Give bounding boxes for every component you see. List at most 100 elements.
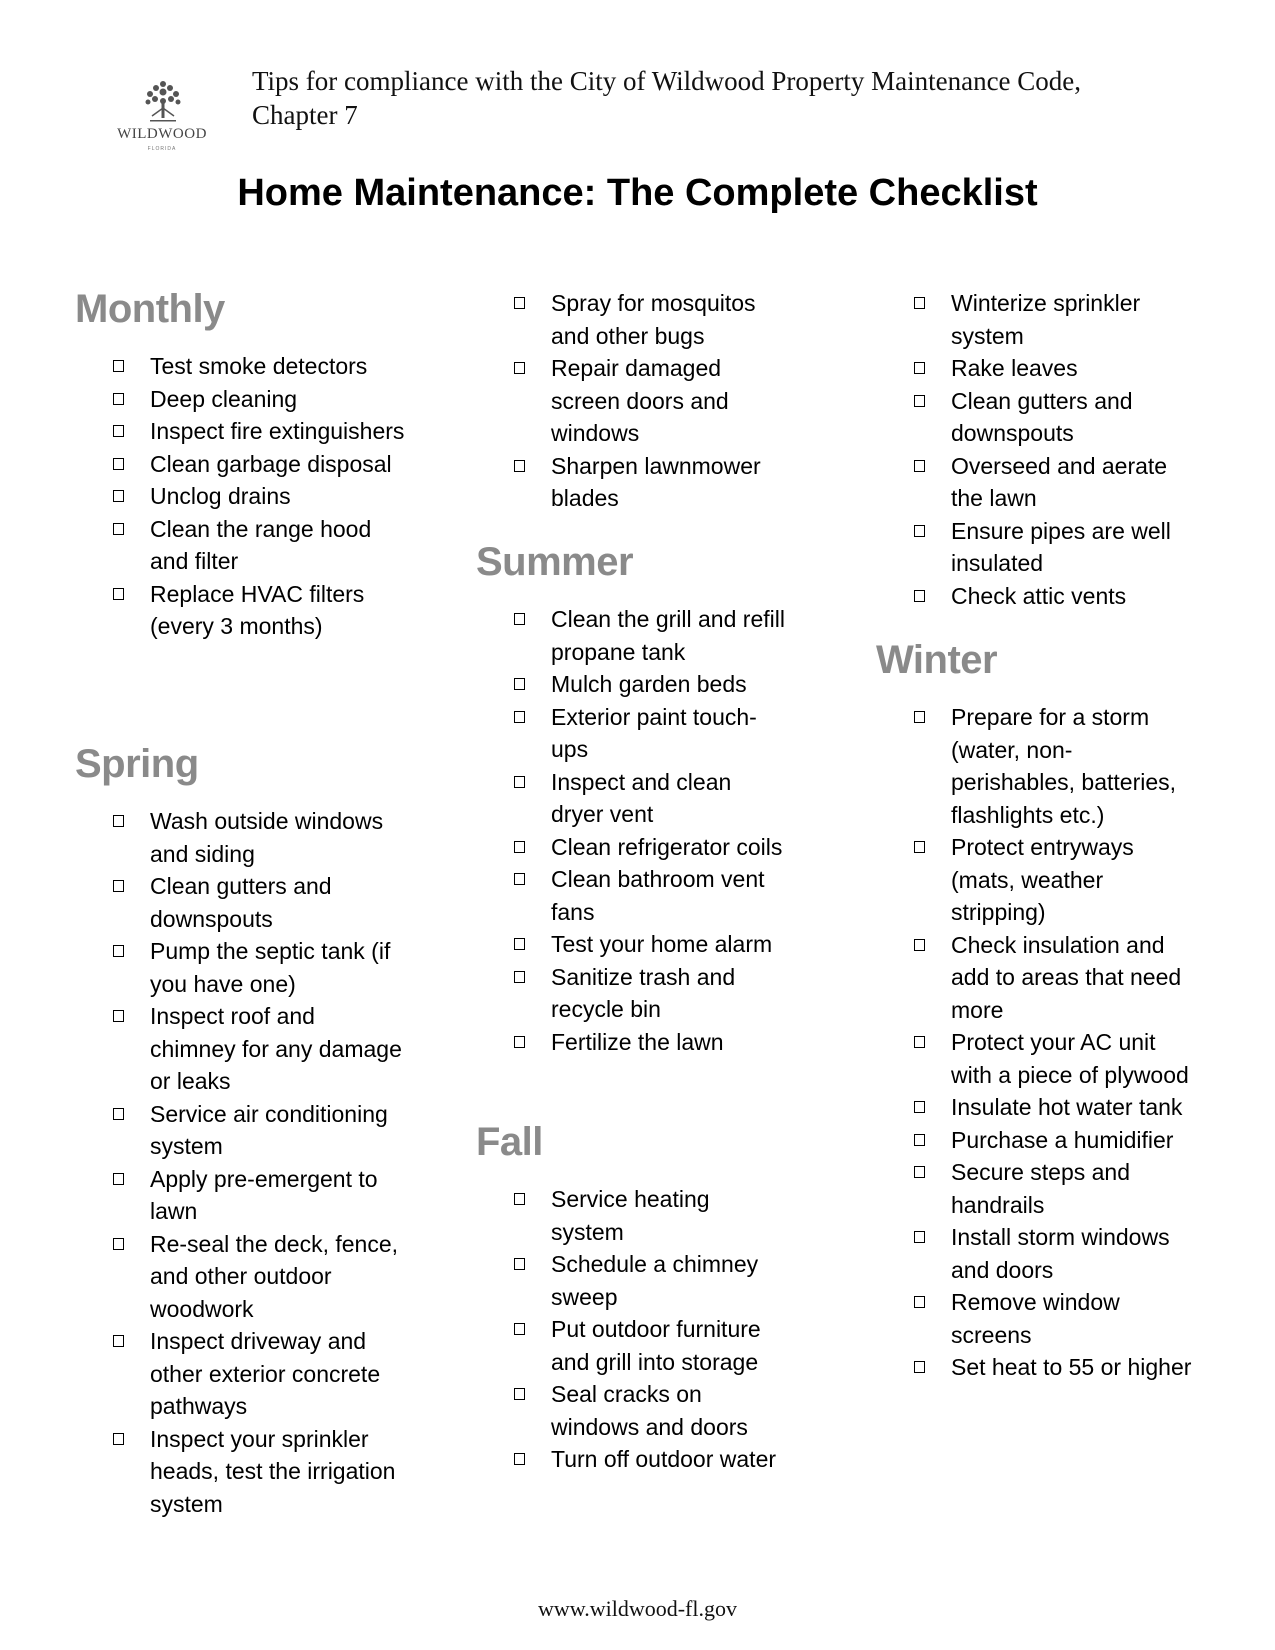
checkbox-icon[interactable] [514, 297, 525, 309]
wildwood-logo: WILDWOOD FLORIDA [100, 78, 224, 158]
checkbox-icon[interactable] [514, 775, 525, 788]
checkbox-icon[interactable] [514, 362, 525, 374]
checkbox-icon[interactable] [514, 1035, 525, 1048]
checkbox-icon[interactable] [113, 815, 124, 827]
checklist-item: Deep cleaning [75, 383, 405, 416]
checkbox-icon[interactable] [514, 1193, 525, 1205]
checklist-item: Sharpen lawnmower blades [476, 450, 786, 515]
section-winter: Winter Prepare for a storm (water, non-p… [876, 638, 1196, 1384]
checkbox-icon[interactable] [113, 1010, 124, 1022]
checkbox-icon[interactable] [914, 459, 925, 472]
checklist-spring: Wash outside windows and siding Clean gut… [75, 805, 405, 1520]
checklist-item: Inspect driveway and other exterior conc… [75, 1325, 405, 1423]
checklist-item: Turn off outdoor water [476, 1443, 786, 1476]
checklist-item-label: Test smoke detectors [150, 353, 368, 379]
checkbox-icon[interactable] [514, 1388, 525, 1400]
checkbox-icon[interactable] [514, 613, 525, 625]
checkbox-icon[interactable] [113, 457, 124, 470]
checklist-item: Clean gutters and downspouts [876, 385, 1196, 450]
checkbox-icon[interactable] [514, 1323, 525, 1335]
checklist-item-label: Unclog drains [150, 483, 291, 509]
section-summer: Summer Clean the grill and refill propan… [476, 540, 786, 1058]
checkbox-icon[interactable] [514, 1258, 525, 1270]
checkbox-icon[interactable] [113, 880, 124, 892]
checkbox-icon[interactable] [514, 1453, 525, 1465]
checkbox-icon[interactable] [914, 1296, 925, 1308]
checkbox-icon[interactable] [514, 678, 525, 690]
checkbox-icon[interactable] [113, 490, 124, 502]
checkbox-icon[interactable] [514, 970, 525, 983]
checklist-item-label: Inspect and clean dryer vent [551, 768, 732, 828]
checklist-item: Clean the grill and refill propane tank [476, 603, 786, 668]
checkbox-icon[interactable] [914, 297, 925, 309]
checklist-item: Purchase a humidifier [876, 1124, 1196, 1157]
checkbox-icon[interactable] [514, 840, 525, 853]
checkbox-icon[interactable] [113, 1107, 124, 1120]
checklist-item-label: Purchase a humidifier [951, 1126, 1174, 1153]
checklist-item: Replace HVAC filters (every 3 months) [75, 578, 405, 643]
section-heading-fall: Fall [476, 1120, 543, 1164]
checklist-item-label: Test your home alarm [551, 931, 773, 957]
footer-url[interactable]: www.wildwood-fl.gov [0, 1596, 1275, 1622]
checkbox-icon[interactable] [113, 1172, 124, 1185]
checkbox-icon[interactable] [914, 362, 925, 374]
checkbox-icon[interactable] [914, 394, 925, 407]
checkbox-icon[interactable] [113, 587, 124, 600]
checkbox-icon[interactable] [113, 1432, 124, 1445]
checklist-item-label: Set heat to 55 or higher [951, 1354, 1192, 1380]
checkbox-icon[interactable] [914, 841, 925, 853]
checklist-item: Service heating system [476, 1183, 786, 1248]
checklist-item: Unclog drains [75, 480, 405, 513]
checkbox-icon[interactable] [113, 360, 124, 372]
checkbox-icon[interactable] [914, 524, 925, 537]
checklist-item-label: Prepare for a storm (water, non-perishab… [951, 704, 1177, 828]
checklist-item-label: Apply pre-emergent to lawn [150, 1165, 378, 1225]
checklist-item-label: Rake leaves [951, 355, 1078, 381]
checkbox-icon[interactable] [514, 710, 525, 723]
checkbox-icon[interactable] [113, 522, 124, 535]
checklist-item-label: Inspect fire extinguishers [150, 418, 405, 444]
checkbox-icon[interactable] [514, 873, 525, 885]
checkbox-icon[interactable] [514, 459, 525, 472]
checkbox-icon[interactable] [113, 1237, 124, 1250]
checklist-item: Schedule a chimney sweep [476, 1248, 786, 1313]
checkbox-icon[interactable] [914, 1036, 925, 1048]
checklist-item: Overseed and aerate the lawn [876, 450, 1196, 515]
checkbox-icon[interactable] [914, 711, 925, 723]
checklist-item: Clean refrigerator coils [476, 831, 786, 864]
checkbox-icon[interactable] [914, 1231, 925, 1243]
section-heading-summer: Summer [476, 540, 634, 584]
checklist-item: Clean the range hood and filter [75, 513, 405, 578]
checklist-item: Wash outside windows and siding [75, 805, 405, 870]
checklist-item-label: Replace HVAC filters (every 3 months) [150, 580, 365, 640]
checkbox-icon[interactable] [113, 1335, 124, 1347]
checkbox-icon[interactable] [113, 945, 124, 957]
checkbox-icon[interactable] [914, 1361, 925, 1373]
checkbox-icon[interactable] [914, 938, 925, 951]
checkbox-icon[interactable] [914, 1101, 925, 1113]
checklist-fall: Service heating system Schedule a chimney… [476, 1183, 786, 1476]
checkbox-icon[interactable] [914, 1133, 925, 1146]
checkbox-icon[interactable] [113, 392, 124, 405]
section-spring-continued: Spray for mosquitos and other bugs Repair… [476, 287, 786, 515]
checkbox-icon[interactable] [113, 425, 124, 437]
checklist-item: Spray for mosquitos and other bugs [476, 287, 786, 352]
checklist-item-label: Deep cleaning [150, 385, 298, 412]
checklist-winter: Prepare for a storm (water, non-perishab… [876, 701, 1196, 1384]
checklist-item: Test smoke detectors [75, 350, 405, 383]
checklist-monthly: Test smoke detectors Deep cleaning Inspect… [75, 350, 405, 643]
checklist-item-label: Sharpen lawnmower blades [551, 452, 761, 512]
checklist-item-label: Re-seal the deck, fence, and other outdo… [150, 1230, 399, 1322]
checklist-item-label: Clean refrigerator coils [551, 833, 783, 860]
checklist-item-label: Secure steps and handrails [951, 1159, 1131, 1218]
checklist-item: Fertilize the lawn [476, 1026, 786, 1059]
checklist-item-label: Clean gutters and downspouts [150, 873, 332, 932]
checklist-item-label: Fertilize the lawn [551, 1028, 724, 1055]
checklist-item-label: Schedule a chimney sweep [551, 1251, 759, 1310]
checkbox-icon[interactable] [914, 589, 925, 602]
checkbox-icon[interactable] [514, 938, 525, 950]
checkbox-icon[interactable] [914, 1166, 925, 1178]
checklist-item-label: Check insulation and add to areas that n… [951, 931, 1182, 1023]
checklist-item: Service air conditioning system [75, 1098, 405, 1163]
checklist-item: Secure steps and handrails [876, 1156, 1196, 1221]
